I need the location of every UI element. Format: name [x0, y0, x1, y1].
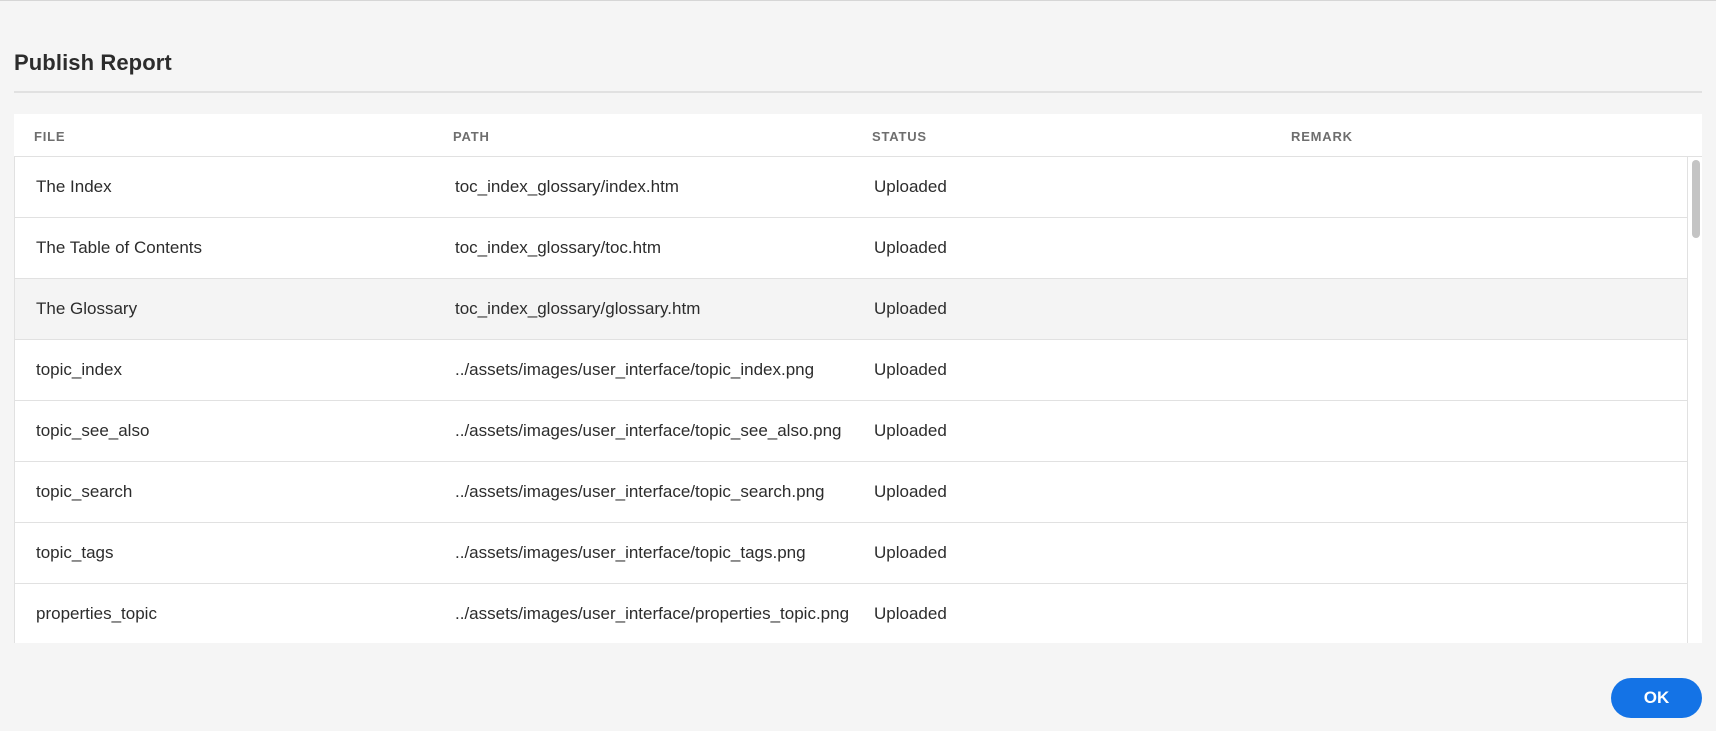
status-cell: Uploaded [874, 421, 947, 440]
status-cell: Uploaded [874, 482, 947, 501]
ok-button[interactable]: OK [1611, 678, 1702, 718]
table-row[interactable]: topic_index ../assets/images/user_interf… [15, 340, 1687, 401]
status-cell: Uploaded [874, 360, 947, 379]
column-header-path[interactable]: PATH [453, 129, 490, 144]
table-body[interactable]: The Index toc_index_glossary/index.htm U… [14, 157, 1688, 643]
table-row[interactable]: topic_see_also ../assets/images/user_int… [15, 401, 1687, 462]
publish-report-dialog: Publish Report FILE PATH STATUS REMARK T… [0, 0, 1716, 731]
path-cell: ../assets/images/user_interface/topic_se… [455, 482, 825, 501]
top-divider [0, 0, 1716, 1]
table-row-hovered[interactable]: The Glossary toc_index_glossary/glossary… [15, 279, 1687, 340]
file-cell: topic_index [36, 360, 123, 379]
file-cell: properties_topic [36, 604, 157, 623]
column-header-file[interactable]: FILE [34, 129, 65, 144]
table-row[interactable]: topic_tags ../assets/images/user_interfa… [15, 523, 1687, 584]
file-cell: The Glossary [36, 299, 138, 318]
scrollbar-thumb[interactable] [1692, 160, 1700, 238]
table-scrollbar[interactable] [1690, 157, 1702, 643]
path-cell: toc_index_glossary/index.htm [455, 177, 679, 196]
table-row[interactable]: The Index toc_index_glossary/index.htm U… [15, 157, 1687, 218]
status-cell: Uploaded [874, 604, 947, 623]
table-row[interactable]: The Table of Contents toc_index_glossary… [15, 218, 1687, 279]
table-row[interactable]: topic_search ../assets/images/user_inter… [15, 462, 1687, 523]
file-cell: topic_see_also [36, 421, 150, 440]
path-cell: ../assets/images/user_interface/properti… [455, 604, 850, 623]
column-header-status[interactable]: STATUS [872, 129, 927, 144]
path-cell: ../assets/images/user_interface/topic_ta… [455, 543, 806, 562]
dialog-title: Publish Report [14, 50, 172, 75]
status-cell: Uploaded [874, 299, 947, 318]
table-header: FILE PATH STATUS REMARK [14, 114, 1702, 157]
path-cell: toc_index_glossary/toc.htm [455, 238, 661, 257]
file-cell: The Table of Contents [36, 238, 203, 257]
path-cell: ../assets/images/user_interface/topic_in… [455, 360, 815, 379]
status-cell: Uploaded [874, 238, 947, 257]
status-cell: Uploaded [874, 177, 947, 196]
publish-report-table: FILE PATH STATUS REMARK The Index toc_in… [14, 114, 1702, 643]
file-cell: topic_tags [36, 543, 114, 562]
path-cell: toc_index_glossary/glossary.htm [455, 299, 701, 318]
file-cell: topic_search [36, 482, 133, 501]
status-cell: Uploaded [874, 543, 947, 562]
column-header-remark[interactable]: REMARK [1291, 129, 1353, 144]
path-cell: ../assets/images/user_interface/topic_se… [455, 421, 842, 440]
table-row[interactable]: properties_topic ../assets/images/user_i… [15, 584, 1687, 643]
file-cell: The Index [36, 177, 112, 196]
title-divider [14, 91, 1702, 93]
